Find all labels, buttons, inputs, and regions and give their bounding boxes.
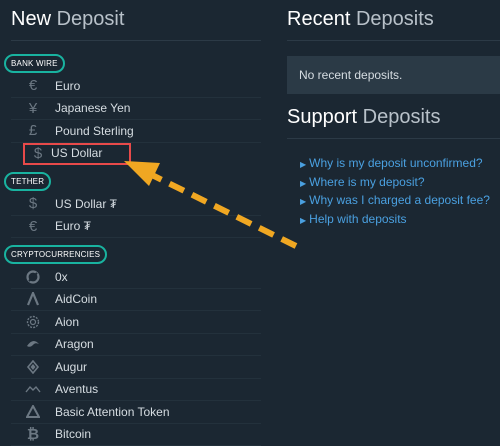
support-link-help[interactable]: ▶ Help with deposits [300,212,490,231]
item-label: Euro [55,78,81,93]
title-dim: Deposits [355,8,434,30]
deposit-item-euro[interactable]: € Euro [11,75,261,98]
deposit-item-japanese-yen[interactable]: ¥ Japanese Yen [11,98,261,120]
item-label: Pound Sterling [55,123,134,138]
support-link-where[interactable]: ▶ Where is my deposit? [300,175,490,194]
deposit-item-aragon[interactable]: Aragon [11,334,261,356]
augur-icon [11,359,55,374]
deposit-item-bitcoin[interactable]: ₿ Bitcoin [11,424,261,446]
item-label: Bitcoin [55,427,92,442]
dollar-icon: $ [33,144,43,162]
crypto-list: 0x AidCoin Aion Aragon Augur Aventus Bas… [11,266,261,446]
deposit-item-0x[interactable]: 0x [11,266,261,289]
deposit-item-augur[interactable]: Augur [11,356,261,379]
euro-icon: € [28,217,38,235]
deposit-item-euro-tether[interactable]: € Euro ₮ [11,216,261,238]
deposit-item-us-dollar-tether[interactable]: $ US Dollar ₮ [11,193,261,216]
link-label: Help with deposits [309,211,407,226]
section-label-cryptocurrencies: CRYPTOCURRENCIES [4,245,108,264]
item-label: US Dollar [51,146,103,161]
pound-icon: £ [28,122,38,140]
aidcoin-icon [11,292,55,306]
section-label-tether: TETHER [4,172,52,191]
right-panel: Recent Deposits No recent deposits. Supp… [278,0,500,446]
divider [11,40,261,41]
tether-list: $ US Dollar ₮ € Euro ₮ [11,193,261,238]
caret-right-icon: ▶ [300,160,307,169]
item-label: Aion [55,314,80,329]
divider [287,138,500,139]
recent-deposits-title: Recent Deposits [287,8,434,31]
support-link-unconfirmed[interactable]: ▶ Why is my deposit unconfirmed? [300,156,490,175]
euro-icon: € [28,77,38,95]
item-label: Aventus [55,382,99,397]
support-deposits-title: Support Deposits [287,106,440,129]
aventus-icon [11,384,55,394]
link-label: Where is my deposit? [309,174,425,189]
deposit-item-aidcoin[interactable]: AidCoin [11,289,261,311]
deposit-item-aventus[interactable]: Aventus [11,379,261,401]
support-link-fee[interactable]: ▶ Why was I charged a deposit fee? [300,193,490,212]
support-links: ▶ Why is my deposit unconfirmed? ▶ Where i… [300,156,490,230]
item-label: Augur [55,359,88,374]
deposit-item-aion[interactable]: Aion [11,311,261,334]
new-deposit-title: New Deposit [11,8,124,31]
title-strong: Support [287,106,358,128]
divider [287,40,500,41]
item-label: US Dollar ₮ [55,196,118,211]
bitcoin-icon: ₿ [26,425,40,443]
link-label: Why is my deposit unconfirmed? [309,156,483,170]
title-dim: Deposit [56,8,125,30]
item-label: 0x [55,269,68,284]
deposit-item-pound-sterling[interactable]: £ Pound Sterling [11,120,261,143]
title-dim: Deposits [362,106,441,128]
caret-right-icon: ▶ [300,178,307,188]
title-strong: Recent [287,8,351,30]
zrx-icon [11,270,55,284]
caret-right-icon: ▶ [300,215,307,225]
deposit-item-us-dollar[interactable]: $ US Dollar [23,142,131,165]
item-label: Basic Attention Token [55,404,170,419]
item-label: Aragon [55,337,94,352]
item-label: AidCoin [55,292,98,307]
aion-icon [11,315,55,329]
new-deposit-panel: New Deposit BANK WIRE € Euro ¥ Japanese … [0,0,264,446]
caret-right-icon: ▶ [300,197,307,206]
deposit-item-basic-attention-token[interactable]: Basic Attention Token [11,401,261,424]
bat-icon [11,404,55,419]
yen-icon: ¥ [28,99,38,117]
dollar-icon: $ [28,195,38,213]
link-label: Why was I charged a deposit fee? [309,193,490,207]
aragon-icon [11,337,55,351]
title-strong: New [11,8,52,30]
section-label-bank-wire: BANK WIRE [4,54,65,73]
item-label: Japanese Yen [55,101,131,116]
item-label: Euro ₮ [55,219,92,234]
bank-wire-list: € Euro ¥ Japanese Yen £ Pound Sterling $… [11,75,261,165]
no-recent-deposits-message: No recent deposits. [287,56,500,94]
